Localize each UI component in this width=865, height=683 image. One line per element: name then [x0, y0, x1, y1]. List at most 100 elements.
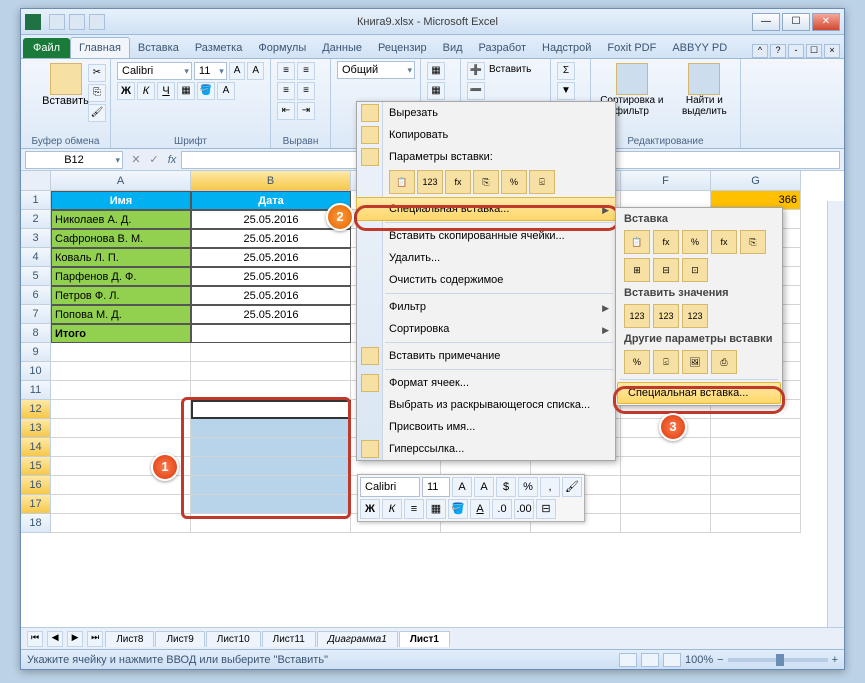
mini-border-icon[interactable]: ▦: [426, 499, 446, 519]
number-format-combo[interactable]: Общий: [337, 61, 415, 79]
sub-paste-fxnum-icon[interactable]: fx: [711, 230, 737, 254]
ctx-format-cells[interactable]: Формат ячеек...: [357, 372, 615, 394]
sub-values-numfmt-icon[interactable]: 123: [653, 304, 679, 328]
sheet-tab[interactable]: Диаграмма1: [317, 631, 398, 647]
active-cell[interactable]: [191, 400, 351, 419]
mini-fill-icon[interactable]: 🪣: [448, 499, 468, 519]
cancel-fx-icon[interactable]: ✕: [127, 153, 145, 166]
ctx-hyperlink[interactable]: Гиперссылка...: [357, 438, 615, 460]
minimize-button[interactable]: —: [752, 13, 780, 31]
col-header-G[interactable]: G: [711, 171, 801, 191]
sub-paste-transpose-icon[interactable]: ⊟: [653, 258, 679, 282]
sheet-nav-prev-icon[interactable]: ◀: [47, 631, 63, 647]
zoom-in-icon[interactable]: +: [832, 654, 838, 666]
mini-comma-icon[interactable]: ,: [540, 477, 560, 497]
mini-grow-font-icon[interactable]: A: [452, 477, 472, 497]
sheet-nav-next-icon[interactable]: ▶: [67, 631, 83, 647]
view-layout-icon[interactable]: [641, 653, 659, 667]
mini-fontcolor-icon[interactable]: A: [470, 499, 490, 519]
align-left-icon[interactable]: ≡: [277, 82, 295, 100]
ctx-pick-from-list[interactable]: Выбрать из раскрывающегося списка...: [357, 394, 615, 416]
mini-merge-icon[interactable]: ⊟: [536, 499, 556, 519]
mini-inc-dec-icon[interactable]: .0: [492, 499, 512, 519]
ctx-define-name[interactable]: Присвоить имя...: [357, 416, 615, 438]
tab-home[interactable]: Главная: [70, 37, 130, 58]
insert-menu-label[interactable]: Вставить: [487, 62, 533, 80]
insert-cells-icon[interactable]: ➕: [467, 62, 485, 80]
ctx-cut[interactable]: Вырезать: [357, 102, 615, 124]
shrink-font-icon[interactable]: A: [247, 62, 264, 80]
select-all-corner[interactable]: [21, 171, 51, 191]
italic-button[interactable]: К: [137, 82, 155, 100]
qat-undo-icon[interactable]: [69, 14, 85, 30]
mini-bold-icon[interactable]: Ж: [360, 499, 380, 519]
sub-link-icon[interactable]: ⍃: [653, 350, 679, 374]
sheet-nav-first-icon[interactable]: ⏮: [27, 631, 43, 647]
mini-painter-icon[interactable]: 🖌: [562, 477, 582, 497]
ctx-sort[interactable]: Сортировка▶: [357, 318, 615, 340]
indent-inc-icon[interactable]: ⇥: [297, 102, 315, 120]
paste-formulas-icon[interactable]: fx: [445, 170, 471, 194]
sub-paste-merge-icon[interactable]: ⊡: [682, 258, 708, 282]
copy-icon[interactable]: ⎘: [88, 84, 106, 102]
tab-developer[interactable]: Разработ: [471, 38, 534, 58]
qat-redo-icon[interactable]: [89, 14, 105, 30]
mini-currency-icon[interactable]: $: [496, 477, 516, 497]
paste-all-icon[interactable]: 📋: [389, 170, 415, 194]
sheet-tab[interactable]: Лист10: [206, 631, 261, 647]
mini-percent-icon[interactable]: %: [518, 477, 538, 497]
grow-font-icon[interactable]: A: [229, 62, 246, 80]
sheet-tab-active[interactable]: Лист1: [399, 631, 450, 647]
mini-font-combo[interactable]: Calibri: [360, 477, 420, 497]
tab-foxit[interactable]: Foxit PDF: [599, 38, 664, 58]
view-pagebreak-icon[interactable]: [663, 653, 681, 667]
format-painter-icon[interactable]: 🖌: [88, 104, 106, 122]
view-normal-icon[interactable]: [619, 653, 637, 667]
fill-icon[interactable]: ▼: [557, 82, 575, 100]
align-center-icon[interactable]: ≡: [297, 82, 315, 100]
sheet-tab[interactable]: Лист11: [262, 631, 316, 647]
tab-data[interactable]: Данные: [314, 38, 370, 58]
tab-abbyy[interactable]: ABBYY PD: [664, 38, 735, 58]
enter-fx-icon[interactable]: ✓: [145, 153, 163, 166]
underline-button[interactable]: Ч: [157, 82, 175, 100]
file-tab[interactable]: Файл: [23, 38, 70, 58]
qat-save-icon[interactable]: [49, 14, 65, 30]
table-header[interactable]: Имя: [51, 191, 191, 210]
mini-align-icon[interactable]: ≡: [404, 499, 424, 519]
sub-paste-fx-icon[interactable]: fx: [653, 230, 679, 254]
help-icon[interactable]: ?: [770, 44, 786, 58]
mini-dec-dec-icon[interactable]: .00: [514, 499, 534, 519]
close-button[interactable]: ✕: [812, 13, 840, 31]
tab-view[interactable]: Вид: [435, 38, 471, 58]
sheet-tab[interactable]: Лист8: [105, 631, 154, 647]
paste-link-icon[interactable]: ⍃: [529, 170, 555, 194]
tab-layout[interactable]: Разметка: [187, 38, 251, 58]
sub-values-icon[interactable]: 123: [624, 304, 650, 328]
table-header[interactable]: Дата: [191, 191, 351, 210]
paste-values-icon[interactable]: 123: [417, 170, 443, 194]
mini-italic-icon[interactable]: К: [382, 499, 402, 519]
font-size-combo[interactable]: 11: [194, 62, 227, 80]
zoom-level[interactable]: 100%: [685, 654, 713, 666]
align-mid-icon[interactable]: ≡: [297, 62, 315, 80]
cond-format-icon[interactable]: ▦: [427, 62, 445, 80]
vertical-scrollbar[interactable]: [827, 201, 844, 627]
paste-transpose-icon[interactable]: ⎘: [473, 170, 499, 194]
cut-icon[interactable]: ✂: [88, 64, 106, 82]
sub-paste-widths-icon[interactable]: ⊞: [624, 258, 650, 282]
delete-cells-icon[interactable]: ➖: [467, 82, 485, 100]
autosum-icon[interactable]: Σ: [557, 62, 575, 80]
sub-picture-icon[interactable]: 🖼: [682, 350, 708, 374]
mini-shrink-font-icon[interactable]: A: [474, 477, 494, 497]
fill-color-icon[interactable]: 🪣: [197, 82, 215, 100]
tab-addins[interactable]: Надстрой: [534, 38, 599, 58]
ctx-delete[interactable]: Удалить...: [357, 247, 615, 269]
align-top-icon[interactable]: ≡: [277, 62, 295, 80]
table-format-icon[interactable]: ▦: [427, 82, 445, 100]
ctx-paste-options[interactable]: Параметры вставки:: [357, 146, 615, 168]
tab-formulas[interactable]: Формулы: [250, 38, 314, 58]
mdi-min-icon[interactable]: -: [788, 44, 804, 58]
ctx-clear[interactable]: Очистить содержимое: [357, 269, 615, 291]
indent-dec-icon[interactable]: ⇤: [277, 102, 295, 120]
